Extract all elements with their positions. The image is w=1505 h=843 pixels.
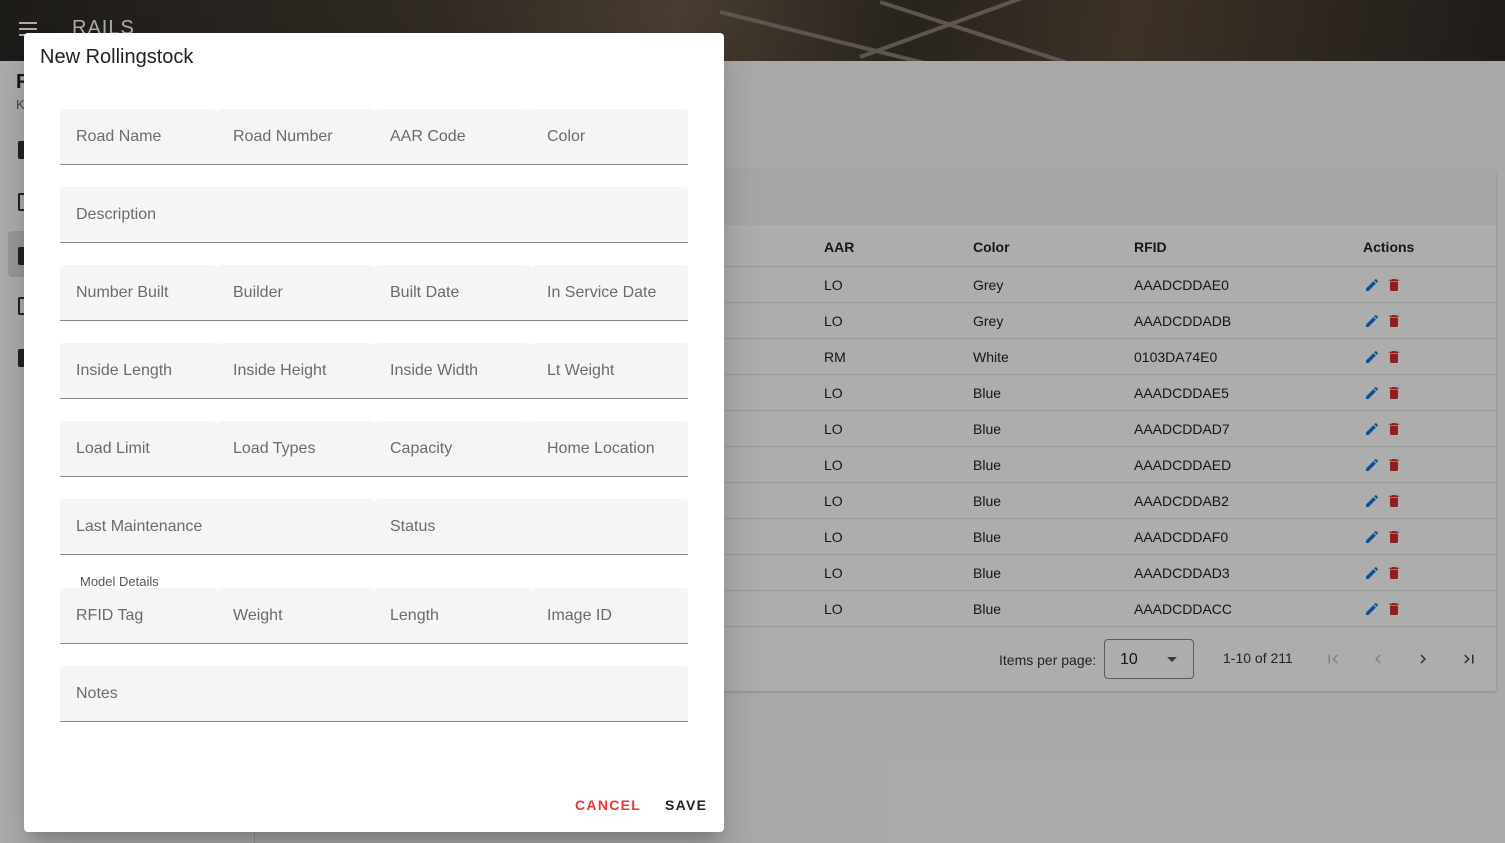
load-types-field[interactable] [217, 421, 374, 477]
inside-width-field[interactable] [374, 343, 531, 399]
status-input[interactable] [374, 499, 688, 554]
builder-field[interactable] [217, 265, 374, 321]
number-built-input[interactable] [60, 265, 217, 320]
image-id-input[interactable] [531, 588, 688, 643]
in-service-date-field[interactable] [531, 265, 688, 321]
status-field[interactable] [374, 499, 688, 555]
load-limit-field[interactable] [60, 421, 217, 477]
cancel-button[interactable]: CANCEL [575, 797, 641, 813]
built-date-field[interactable] [374, 265, 531, 321]
color-field[interactable] [531, 109, 688, 165]
new-rollingstock-dialog: New Rollingstock Model Details CANCEL SA… [24, 33, 724, 832]
model-details-label: Model Details [80, 574, 159, 589]
weight-input[interactable] [217, 588, 374, 643]
lt-weight-input[interactable] [531, 343, 688, 398]
notes-input[interactable] [60, 666, 688, 721]
load-limit-input[interactable] [60, 421, 217, 476]
description-input[interactable] [60, 187, 688, 242]
rfid-tag-field[interactable] [60, 588, 217, 644]
last-maintenance-field[interactable] [60, 499, 374, 555]
dialog-title: New Rollingstock [40, 46, 194, 68]
length-field[interactable] [374, 588, 531, 644]
inside-height-field[interactable] [217, 343, 374, 399]
home-location-input[interactable] [531, 421, 688, 476]
color-input[interactable] [531, 109, 688, 164]
length-input[interactable] [374, 588, 531, 643]
load-types-input[interactable] [217, 421, 374, 476]
save-button[interactable]: SAVE [665, 797, 707, 813]
inside-length-input[interactable] [60, 343, 217, 398]
capacity-field[interactable] [374, 421, 531, 477]
inside-length-field[interactable] [60, 343, 217, 399]
road-number-input[interactable] [217, 109, 374, 164]
built-date-input[interactable] [374, 265, 531, 320]
inside-height-input[interactable] [217, 343, 374, 398]
description-field[interactable] [60, 187, 688, 243]
road-name-input[interactable] [60, 109, 217, 164]
in-service-date-input[interactable] [531, 265, 688, 320]
last-maintenance-input[interactable] [60, 499, 374, 554]
weight-field[interactable] [217, 588, 374, 644]
aar-code-field[interactable] [374, 109, 531, 165]
notes-field[interactable] [60, 666, 688, 722]
image-id-field[interactable] [531, 588, 688, 644]
number-built-field[interactable] [60, 265, 217, 321]
road-number-field[interactable] [217, 109, 374, 165]
road-name-field[interactable] [60, 109, 217, 165]
home-location-field[interactable] [531, 421, 688, 477]
aar-code-input[interactable] [374, 109, 531, 164]
inside-width-input[interactable] [374, 343, 531, 398]
lt-weight-field[interactable] [531, 343, 688, 399]
rfid-tag-input[interactable] [60, 588, 217, 643]
capacity-input[interactable] [374, 421, 531, 476]
builder-input[interactable] [217, 265, 374, 320]
